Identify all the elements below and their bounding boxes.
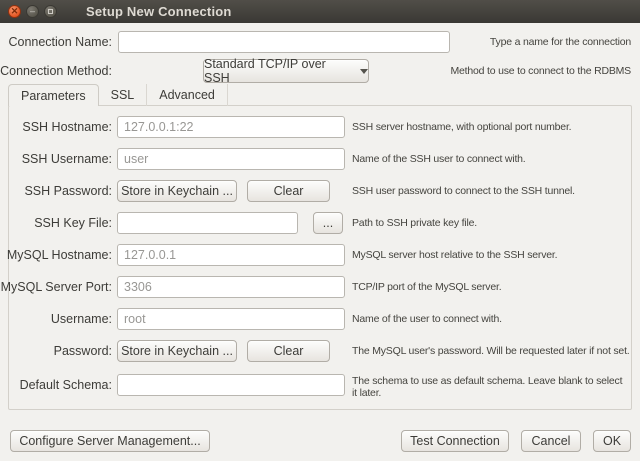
ssh-key-file-input[interactable] [117,212,298,234]
ssh-username-label: SSH Username: [0,148,112,170]
username-input[interactable] [117,308,345,330]
connection-name-label: Connection Name: [0,31,112,53]
tab-ssl[interactable]: SSL [99,84,148,106]
test-connection-button[interactable]: Test Connection [401,430,509,452]
mysql-port-hint: TCP/IP port of the MySQL server. [352,281,632,293]
default-schema-input[interactable] [117,374,345,396]
mysql-hostname-hint: MySQL server host relative to the SSH se… [352,249,632,261]
ok-button[interactable]: OK [593,430,631,452]
username-hint: Name of the user to connect with. [352,313,632,325]
ssh-hostname-input[interactable] [117,116,345,138]
ssh-key-file-label: SSH Key File: [0,212,112,234]
tab-parameters[interactable]: Parameters [8,84,99,106]
connection-method-row: Connection Method: Standard TCP/IP over … [0,59,640,83]
window-title: Setup New Connection [86,4,232,19]
ssh-username-input[interactable] [117,148,345,170]
connection-method-value: Standard TCP/IP over SSH [204,57,351,85]
mysql-port-row: MySQL Server Port: TCP/IP port of the My… [0,276,640,298]
ssh-password-label: SSH Password: [0,180,112,202]
ssh-hostname-label: SSH Hostname: [0,116,112,138]
clear-password-button[interactable]: Clear [247,340,330,362]
password-label: Password: [0,340,112,362]
store-keychain-button[interactable]: Store in Keychain ... [117,340,237,362]
close-icon[interactable]: ✕ [8,5,21,18]
mysql-hostname-row: MySQL Hostname: MySQL server host relati… [0,244,640,266]
username-row: Username: Name of the user to connect wi… [0,308,640,330]
minimize-icon[interactable]: – [26,5,39,18]
connection-name-input[interactable] [118,31,450,53]
ssh-username-row: SSH Username: Name of the SSH user to co… [0,148,640,170]
maximize-icon[interactable] [44,5,57,18]
connection-method-label: Connection Method: [0,59,112,83]
connection-name-row: Connection Name: Type a name for the con… [0,31,640,53]
tab-advanced[interactable]: Advanced [147,84,228,106]
ssh-password-row: SSH Password: Store in Keychain ... Clea… [0,180,640,202]
password-row: Password: Store in Keychain ... Clear Th… [0,340,640,362]
ssh-username-hint: Name of the SSH user to connect with. [352,153,632,165]
password-hint: The MySQL user's password. Will be reque… [352,345,632,357]
ssh-store-keychain-button[interactable]: Store in Keychain ... [117,180,237,202]
ssh-clear-password-button[interactable]: Clear [247,180,330,202]
username-label: Username: [0,308,112,330]
ssh-key-file-hint: Path to SSH private key file. [352,217,632,229]
ssh-hostname-hint: SSH server hostname, with optional port … [352,121,632,133]
mysql-port-input[interactable] [117,276,345,298]
cancel-button[interactable]: Cancel [521,430,581,452]
ssh-password-hint: SSH user password to connect to the SSH … [352,185,632,197]
mysql-hostname-input[interactable] [117,244,345,266]
setup-new-connection-dialog: { "window": { "title": "Setup New Connec… [0,0,640,461]
connection-method-dropdown[interactable]: Standard TCP/IP over SSH [203,59,369,83]
default-schema-hint: The schema to use as default schema. Lea… [352,375,624,399]
ssh-key-file-browse-button[interactable]: ... [313,212,343,234]
mysql-hostname-label: MySQL Hostname: [0,244,112,266]
dropdown-caret-icon [360,69,368,78]
connection-name-hint: Type a name for the connection [490,36,631,48]
titlebar: ✕ – Setup New Connection [0,0,640,23]
ssh-key-file-row: SSH Key File: ... Path to SSH private ke… [0,212,640,234]
default-schema-label: Default Schema: [0,374,112,396]
tabbar: Parameters SSL Advanced [8,84,228,106]
configure-server-management-button[interactable]: Configure Server Management... [10,430,210,452]
ssh-hostname-row: SSH Hostname: SSH server hostname, with … [0,116,640,138]
connection-method-hint: Method to use to connect to the RDBMS [450,65,631,77]
mysql-port-label: MySQL Server Port: [0,276,112,298]
default-schema-row: Default Schema: The schema to use as def… [0,374,640,400]
